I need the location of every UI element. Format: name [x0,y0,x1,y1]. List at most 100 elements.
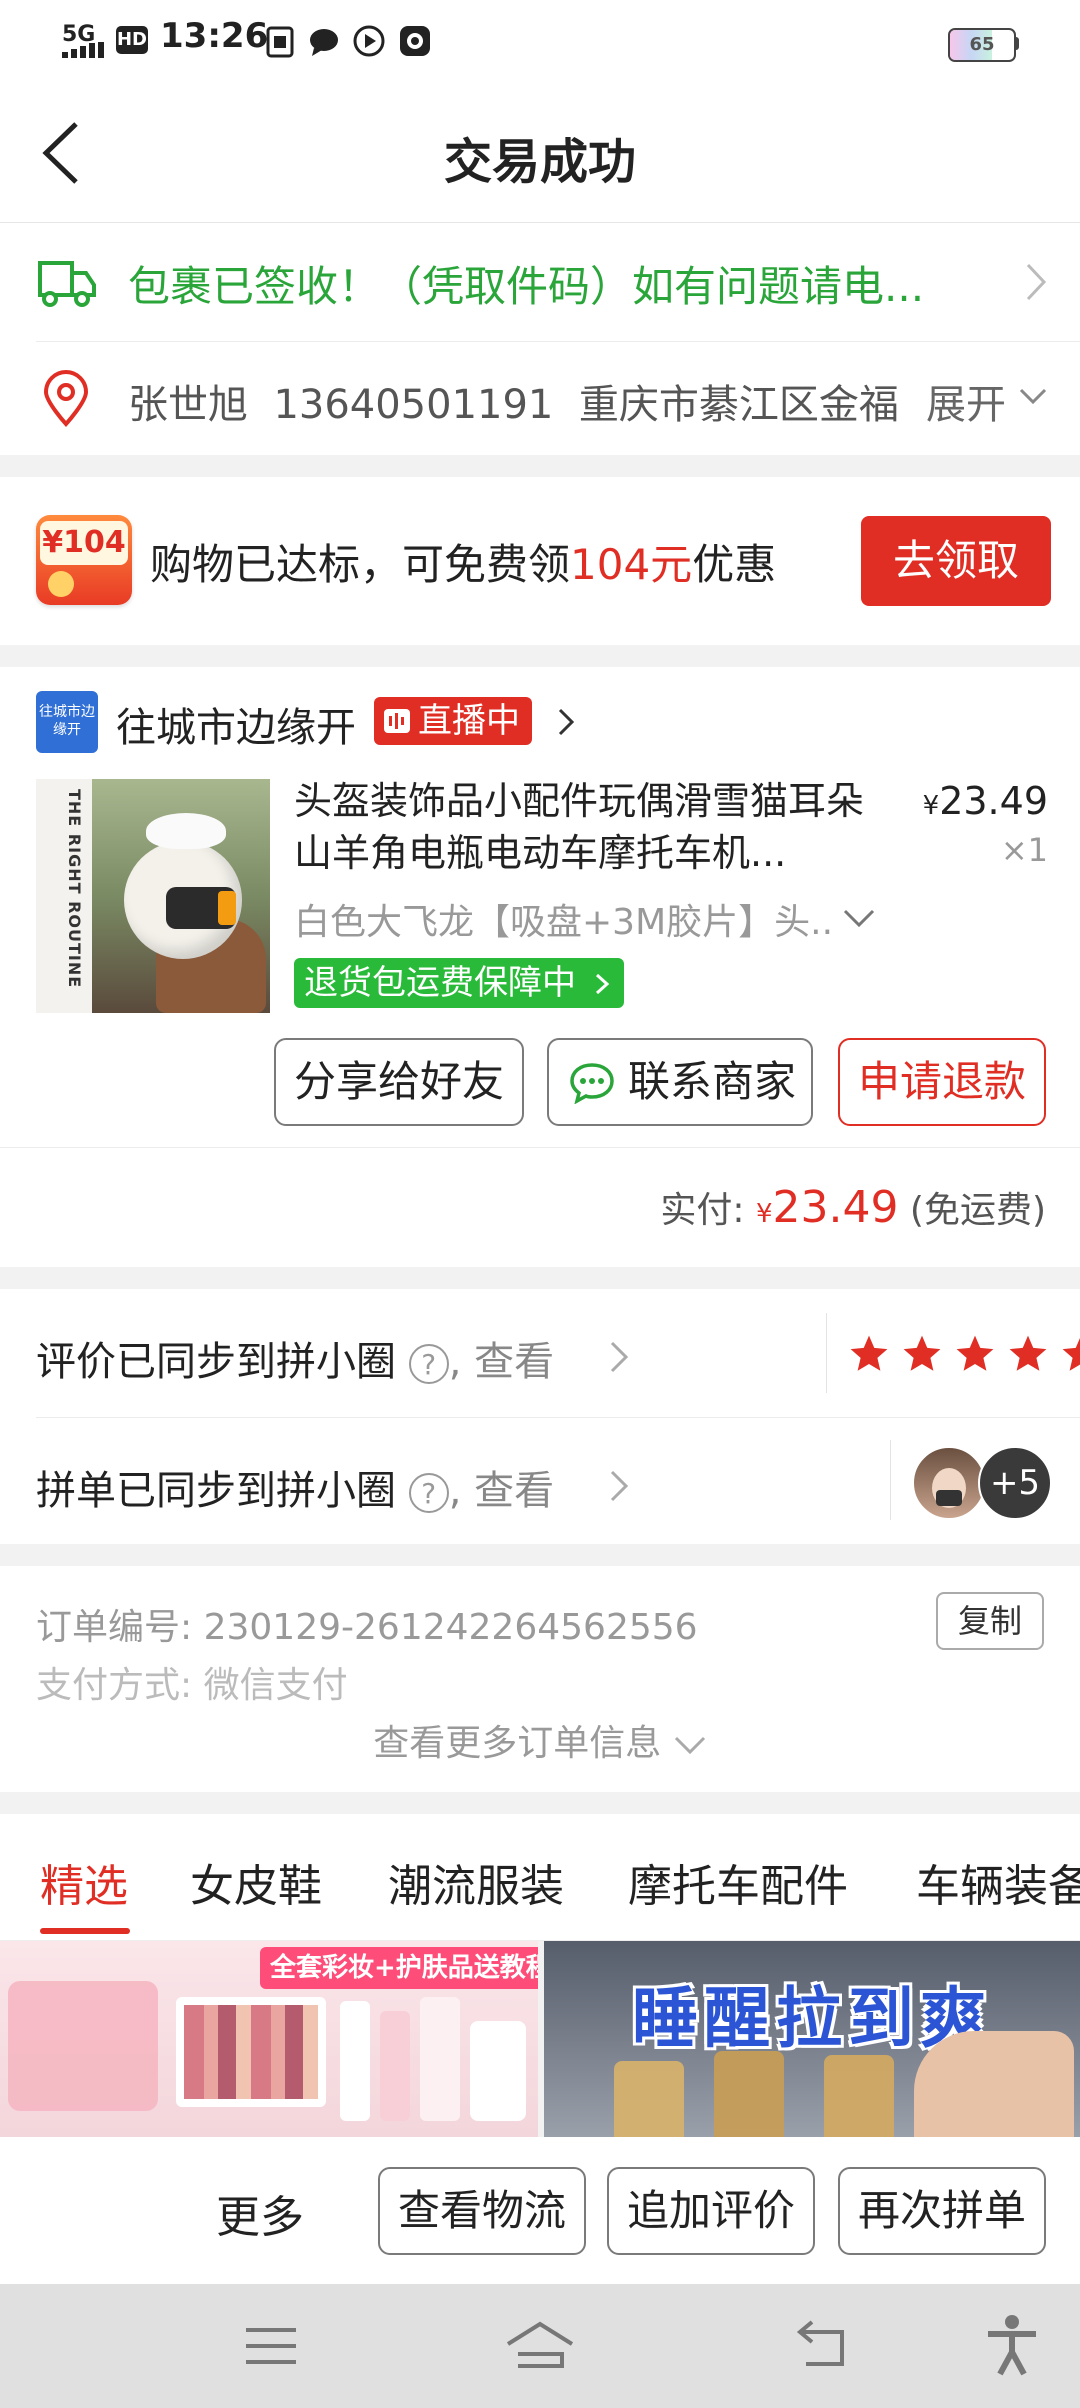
tab-women-shoes[interactable]: 女皮鞋 [190,1850,322,1914]
chevron-right-icon [1026,263,1047,301]
recommend-card-cosmetics[interactable]: 全套彩妆+护肤品送教程 [0,1941,538,2137]
battery-icon: 65 [948,28,1016,62]
coupon-text: 购物已达标，可免费领104元优惠 [150,531,776,592]
order-item-card: 往城市边缘开 往城市边缘开 直播中 THE RIGHT ROUTINE 头盔装饰… [0,667,1080,1267]
coin-icon [48,571,74,597]
shop-name[interactable]: 往城市边缘开 [116,695,356,753]
tab-fashion[interactable]: 潮流服装 [388,1850,564,1914]
shop-logo-text: 往城市边缘开 [39,704,95,738]
delivery-status-row[interactable]: 包裹已签收！（凭取件码）如有问题请电... [0,223,1080,341]
payment-symbol: ¥ [755,1199,773,1229]
chevron-down-icon [1019,388,1047,405]
chevron-right-icon [558,708,575,736]
star-icon [850,1335,888,1371]
home-icon[interactable] [504,2320,576,2370]
coupon-badge-text: ¥104 [40,521,128,565]
product-image[interactable]: THE RIGHT ROUTINE [36,779,270,1013]
image-visor-reflection [218,891,236,925]
product-spec[interactable]: 白色大飞龙【吸盘+3M胶片】头... [294,893,834,945]
product-title[interactable]: 头盔装饰品小配件玩偶滑雪猫耳朵山羊角电瓶电动车摩托车机... [294,775,894,879]
hd-badge: HD [116,26,148,54]
product-price: ¥23.49 [912,779,1048,823]
group-view-link[interactable]: , 查看 [449,1468,554,1514]
review-sync-label: 评价已同步到拼小圈 [36,1339,396,1385]
clock: 13:26 [160,16,269,56]
reorder-button[interactable]: 再次拼单 [838,2167,1046,2255]
tab-featured[interactable]: 精选 [40,1850,128,1914]
bottle [340,2001,370,2121]
avatar[interactable] [912,1446,986,1520]
payment-label: 实付: [660,1190,745,1231]
recipient-address: 重庆市綦江区金福 [578,382,899,428]
palette-colors [184,2005,318,2099]
share-button[interactable]: 分享给好友 [274,1038,524,1126]
bottle [380,2011,410,2121]
group-sync-row[interactable]: 拼单已同步到拼小圈 ?, 查看 +5 [0,1418,1080,1544]
rating-stars [848,1333,1080,1379]
bottle [420,1997,460,2121]
group-sync-label: 拼单已同步到拼小圈 [36,1468,396,1514]
top-nav: 交易成功 [0,82,1080,223]
add-review-button[interactable]: 追加评价 [607,2167,815,2255]
payment-method: 微信支付 [203,1665,348,1706]
message-icon [310,29,338,56]
return-shipping-badge[interactable]: 退货包运费保障中 [294,958,624,1008]
chevron-down-icon [674,1736,705,1755]
review-view-link[interactable]: , 查看 [449,1339,554,1385]
contact-seller-button[interactable]: 联系商家 [547,1038,813,1126]
tab-moto-parts[interactable]: 摩托车配件 [628,1850,848,1914]
review-sync-row[interactable]: 评价已同步到拼小圈 ?, 查看 [0,1289,1080,1417]
more-order-info[interactable]: 查看更多订单信息 [0,1714,1080,1766]
copy-button[interactable]: 复制 [936,1592,1044,1650]
more-members-badge[interactable]: +5 [978,1446,1052,1520]
video-app-icon [400,26,430,56]
accessibility-icon[interactable] [984,2314,1040,2376]
more-order-info-label: 查看更多订单信息 [373,1723,662,1764]
recipient-phone: 13640501191 [273,382,554,428]
address-text: 张世旭 13640501191 重庆市綦江区金福 [128,372,928,430]
status-bar: 5G HD 13:26 65 [0,0,1080,82]
bottom-action-bar: 更多 查看物流 追加评价 再次拼单 [0,2137,1080,2284]
shop-logo[interactable]: 往城市边缘开 [36,691,98,753]
view-logistics-button[interactable]: 查看物流 [378,2167,586,2255]
payment-total: 实付: ¥23.49 (免运费) [660,1181,1046,1233]
avatar-mask [936,1490,962,1506]
image-dragon-toy [146,813,226,849]
claim-coupon-button[interactable]: 去领取 [861,516,1051,606]
live-badge[interactable]: 直播中 [374,697,532,745]
order-number-label: 订单编号: [36,1607,193,1648]
location-pin-icon [43,370,89,427]
star-icon [1062,1337,1080,1371]
menu-icon[interactable] [244,2324,298,2368]
chevron-right-icon [610,1470,629,1502]
product-quantity: ×1 [1000,831,1048,869]
cosmetics-bag [8,1981,158,2111]
system-nav-bar [0,2284,1080,2408]
price-value: 23.49 [939,779,1048,823]
tab-vehicle-gear[interactable]: 车辆装备 [916,1850,1080,1914]
page-title: 交易成功 [443,134,636,190]
chat-icon [570,1063,614,1104]
palette [176,1997,326,2107]
address-row[interactable]: 张世旭 13640501191 重庆市綦江区金福 展开 [0,342,1080,455]
live-badge-text: 直播中 [418,701,520,741]
expand-address[interactable]: 展开 [920,372,1006,430]
payment-method-row: 支付方式: 微信支付 [36,1656,348,1708]
delivery-status-text: 包裹已签收！（凭取件码）如有问题请电... [128,262,925,311]
more-button[interactable]: 更多 [216,2181,304,2245]
coupon-amount: 104元 [570,540,693,589]
coupon-card: ¥104 购物已达标，可免费领104元优惠 去领取 [0,477,1080,645]
image-caption: THE RIGHT ROUTINE [65,789,84,989]
group-sync-text: 拼单已同步到拼小圈 ?, 查看 [36,1458,554,1516]
refund-button[interactable]: 申请退款 [838,1038,1046,1126]
order-number-row: 订单编号: 230129-261242264562556 [36,1598,698,1650]
back-nav-icon[interactable] [794,2320,850,2372]
recommend-card-bottles[interactable]: 睡醒拉到爽 [544,1941,1080,2137]
help-icon[interactable]: ? [408,1473,449,1513]
star-icon [903,1335,941,1371]
price-symbol: ¥ [922,791,940,821]
vial [714,2051,784,2137]
star-icon [956,1335,994,1371]
live-icon [384,709,410,733]
help-icon[interactable]: ? [408,1344,449,1384]
